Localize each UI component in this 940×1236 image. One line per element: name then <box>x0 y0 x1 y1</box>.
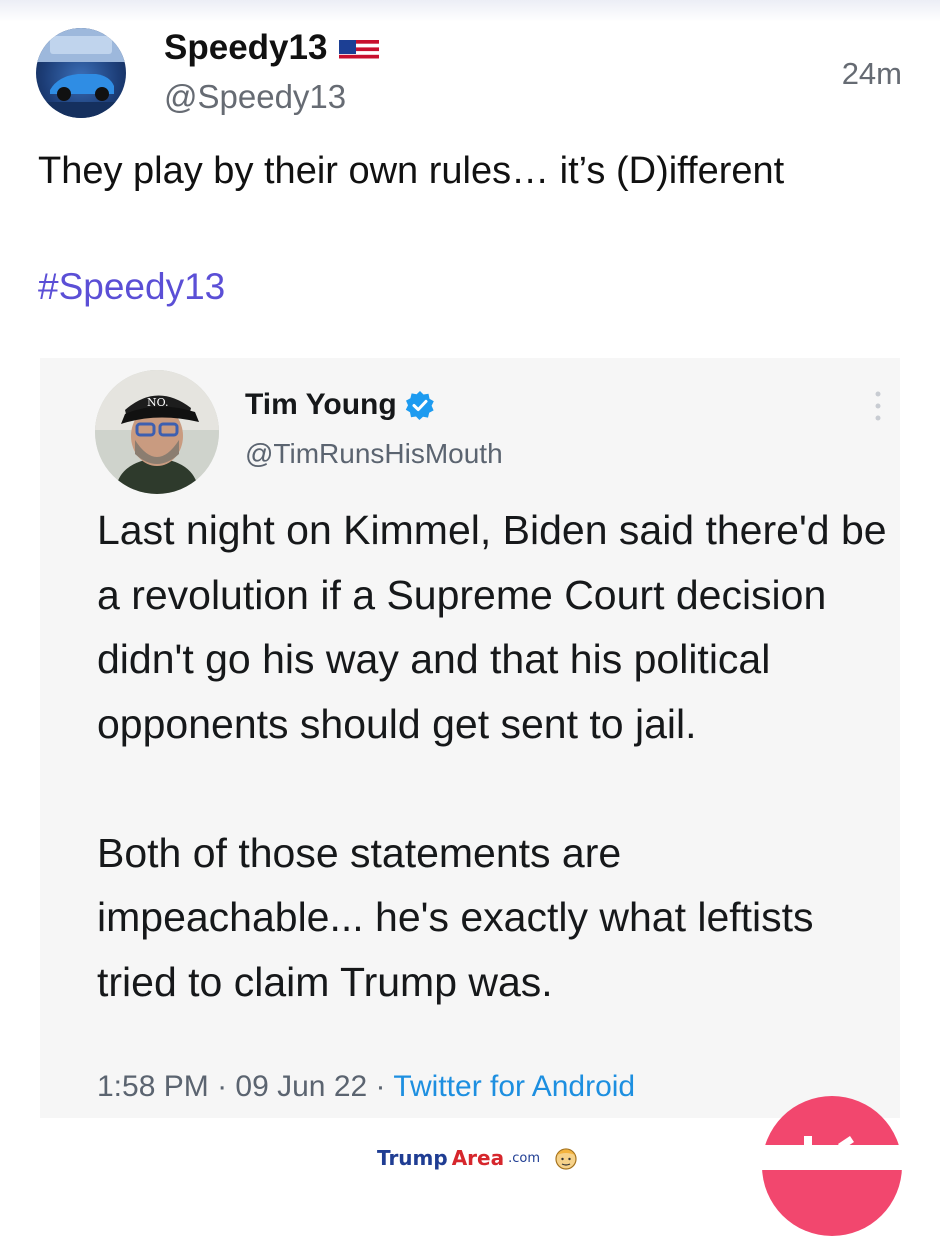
post-timestamp: 24m <box>841 56 902 91</box>
top-fade <box>0 0 940 22</box>
more-options-icon <box>873 388 883 424</box>
embedded-author-avatar: NO. <box>95 370 219 494</box>
author-handle[interactable]: @Speedy13 <box>164 78 346 116</box>
hat-text: NO. <box>147 396 169 409</box>
hashtag-link[interactable]: #Speedy13 <box>38 266 225 308</box>
watermark-suffix: .com <box>508 1150 541 1166</box>
embedded-time: 1:58 PM <box>97 1070 209 1103</box>
meta-separator: · <box>217 1070 228 1103</box>
embedded-paragraph-2: Both of those statements are impeachable… <box>97 829 814 1005</box>
watermark-brand-1: Trump <box>377 1146 448 1170</box>
embedded-source: Twitter for Android <box>393 1070 636 1103</box>
site-watermark: Trump Area .com <box>377 1146 578 1170</box>
watermark-brand-2: Area <box>451 1146 505 1170</box>
verified-badge-icon <box>405 390 435 420</box>
author-display-name-row[interactable]: Speedy13 <box>164 28 380 68</box>
embedded-paragraph-1: Last night on Kimmel, Biden said there'd… <box>97 507 887 747</box>
embedded-author-handle: @TimRunsHisMouth <box>245 438 503 469</box>
author-display-name[interactable]: Speedy13 <box>164 28 327 68</box>
embedded-tweet-meta: 1:58 PM · 09 Jun 22 · Twitter for Androi… <box>97 1070 635 1104</box>
author-avatar[interactable] <box>36 28 126 118</box>
embedded-tweet-text: Last night on Kimmel, Biden said there'd… <box>97 498 887 1014</box>
meta-separator: · <box>375 1070 386 1103</box>
embedded-tweet-image[interactable]: NO. Tim Young @TimRunsHisMouth Last nigh… <box>40 358 900 1118</box>
embedded-author-name: Tim Young <box>245 388 397 421</box>
embedded-author-name-row: Tim Young <box>245 388 435 422</box>
us-flag-icon <box>339 35 380 61</box>
post-text: They play by their own rules… it’s (D)if… <box>38 150 785 192</box>
embedded-date: 09 Jun 22 <box>235 1070 368 1103</box>
mascot-face-icon <box>554 1146 578 1170</box>
